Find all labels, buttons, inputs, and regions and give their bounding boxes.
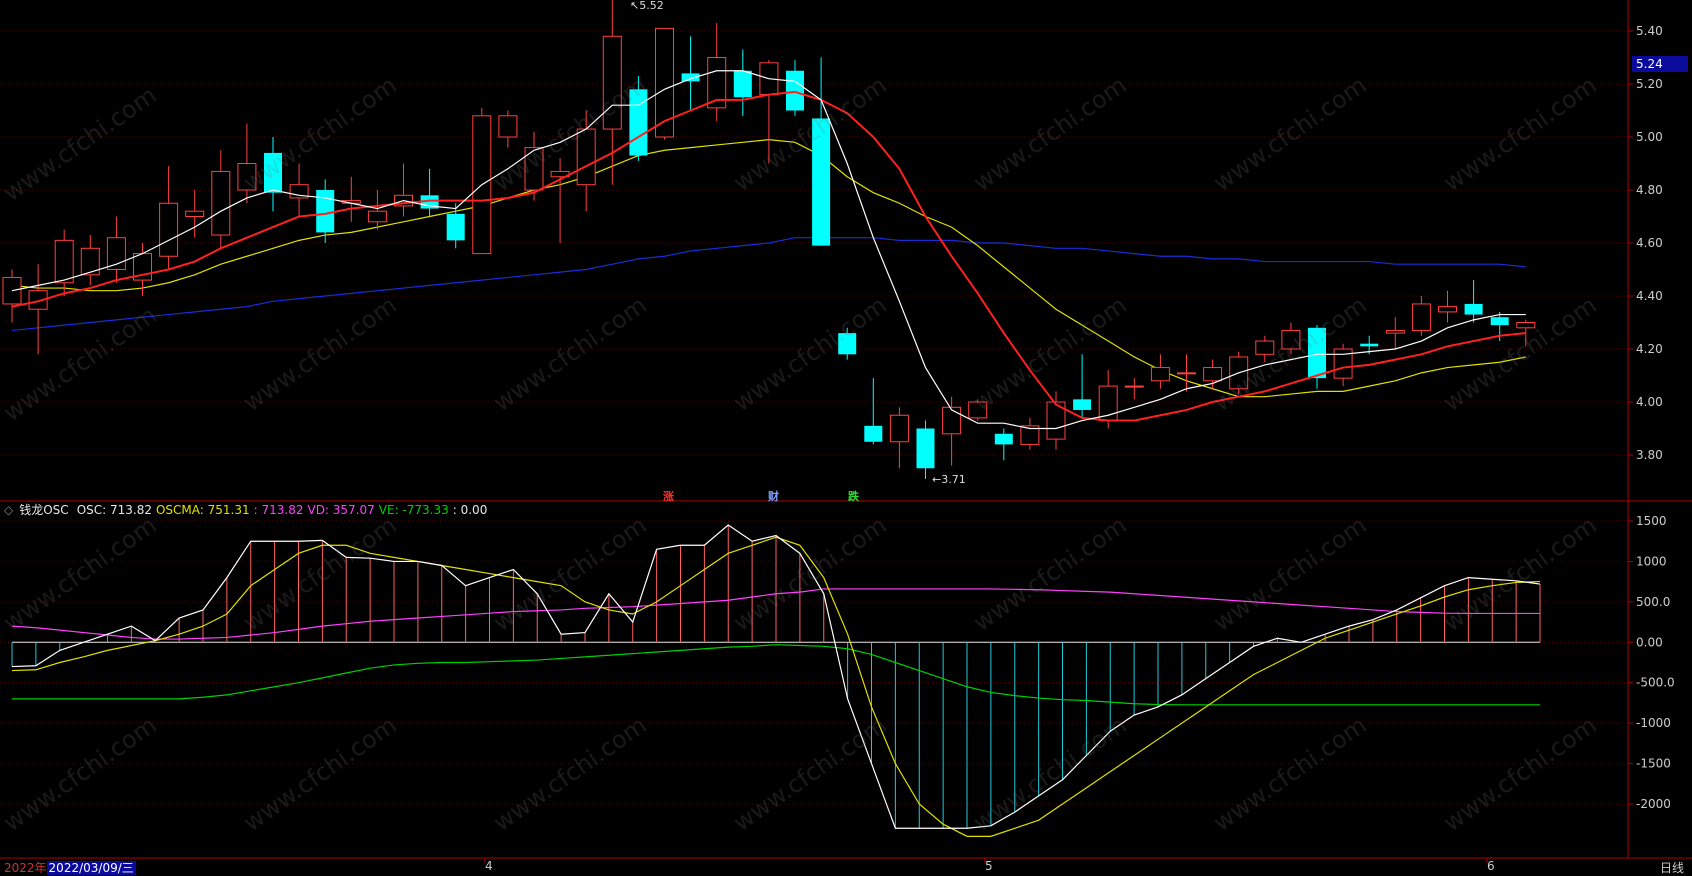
price-tick-label: 5.00 bbox=[1636, 130, 1663, 144]
candle-body bbox=[1360, 343, 1379, 347]
year-label: 2022年 bbox=[4, 861, 47, 875]
osc-tick-label: -1000 bbox=[1636, 716, 1671, 730]
candle-body bbox=[1203, 367, 1223, 382]
kline-chart-canvas[interactable]: 5.40 5.20 5.00 4.80 4.60 4.40 4.20 4.00 3.80 1500… bbox=[0, 0, 1692, 876]
candle-body bbox=[1073, 399, 1092, 410]
candle-body bbox=[367, 210, 387, 223]
candle-body bbox=[994, 433, 1013, 445]
cursor-date-tag: 2022年 2022/03/09/三 bbox=[4, 859, 136, 876]
candle-body bbox=[968, 401, 988, 419]
osc-tick-label: -500.0 bbox=[1636, 676, 1675, 690]
osc-tick-label: 1500 bbox=[1636, 514, 1667, 528]
arrow-icon: ↖ bbox=[630, 0, 640, 12]
high-price-value: 5.52 bbox=[639, 0, 664, 12]
price-tick-label: 3.80 bbox=[1636, 448, 1663, 462]
candle-body bbox=[185, 210, 205, 217]
price-tick-label: 5.20 bbox=[1636, 77, 1663, 91]
price-tick-label: 4.00 bbox=[1636, 395, 1663, 409]
candle-body bbox=[498, 115, 518, 138]
candle-body bbox=[1308, 327, 1326, 379]
candle-body bbox=[1438, 306, 1457, 313]
candle-body bbox=[942, 406, 962, 435]
candle-body bbox=[1124, 385, 1144, 388]
candle-body bbox=[629, 89, 648, 156]
high-price-label: ↖5.52 bbox=[630, 0, 664, 12]
price-tick-label: 4.60 bbox=[1636, 236, 1663, 250]
osc-tick-label: 500.0 bbox=[1636, 595, 1670, 609]
candle-body bbox=[316, 190, 335, 233]
price-tick-label: 4.20 bbox=[1636, 342, 1663, 356]
candle-body bbox=[54, 239, 74, 284]
osc-tick-label: 1000 bbox=[1636, 554, 1667, 568]
oscma-value: OSCMA: 751.31 bbox=[155, 503, 250, 517]
candle-body bbox=[1464, 303, 1483, 315]
month-label-6: 6 bbox=[1487, 859, 1495, 873]
candle-body bbox=[786, 70, 804, 111]
candle-body bbox=[1255, 340, 1275, 355]
candle-body bbox=[602, 35, 622, 130]
osc-tick-label: -2000 bbox=[1636, 797, 1671, 811]
price-tick-label: 5.40 bbox=[1636, 24, 1663, 38]
low-price-label: ←3.71 bbox=[932, 473, 966, 486]
candle-body bbox=[211, 170, 231, 236]
month-label-4: 4 bbox=[485, 859, 493, 873]
month-label-5: 5 bbox=[985, 859, 993, 873]
candle-body bbox=[916, 428, 935, 469]
candle-body bbox=[264, 152, 282, 193]
ve-value: VE: -773.33 bbox=[378, 503, 449, 517]
candle-body bbox=[812, 118, 831, 246]
cursor-date: 2022/03/09/三 bbox=[46, 861, 136, 875]
indicator-name[interactable]: 钱龙OSC bbox=[19, 503, 68, 517]
low-price-value: 3.71 bbox=[941, 473, 966, 486]
event-marker-finance[interactable]: 财 bbox=[768, 488, 779, 504]
price-tick-label: 4.40 bbox=[1636, 289, 1663, 303]
price-tick-label: 4.80 bbox=[1636, 183, 1663, 197]
candle-body bbox=[446, 213, 465, 241]
candle-body bbox=[159, 202, 179, 257]
period-label[interactable]: 日线 bbox=[1660, 859, 1684, 876]
osc-tick-label: -1500 bbox=[1636, 757, 1671, 771]
osc-tick-label: 0.00 bbox=[1636, 635, 1663, 649]
indicator-header: ◇ 钱龙OSC OSC: 713.82 OSCMA: 751.31: 713.82 VD… bbox=[4, 501, 491, 517]
vd-value: VD: 357.07 bbox=[307, 503, 375, 517]
candle-body bbox=[864, 425, 883, 442]
current-price-tag: 5.24 bbox=[1632, 56, 1688, 72]
candle-body bbox=[1281, 329, 1301, 350]
candle-body bbox=[1490, 317, 1509, 326]
candle-body bbox=[1411, 303, 1431, 331]
candle-body bbox=[237, 163, 257, 191]
candle-body bbox=[576, 128, 596, 186]
candle-body bbox=[1516, 322, 1536, 329]
candle-body bbox=[889, 414, 909, 443]
osc-value: OSC: 713.82 bbox=[76, 503, 152, 517]
candle-body bbox=[838, 333, 857, 355]
last-value: : 0.00 bbox=[452, 503, 488, 517]
event-marker-fall[interactable]: 跌 bbox=[848, 488, 859, 504]
candle-body bbox=[1177, 372, 1196, 375]
mid-value: : 713.82 bbox=[253, 503, 304, 517]
ve-line bbox=[12, 644, 1540, 706]
candle-body bbox=[1385, 329, 1405, 334]
event-marker-rise[interactable]: 涨 bbox=[663, 488, 674, 504]
ma60-line bbox=[11, 237, 1526, 332]
candle-body bbox=[1150, 367, 1170, 382]
indicator-settings-icon[interactable]: ◇ bbox=[4, 503, 13, 517]
arrow-icon: ← bbox=[932, 473, 942, 486]
candle-body bbox=[524, 147, 544, 191]
candle-body bbox=[733, 70, 752, 98]
